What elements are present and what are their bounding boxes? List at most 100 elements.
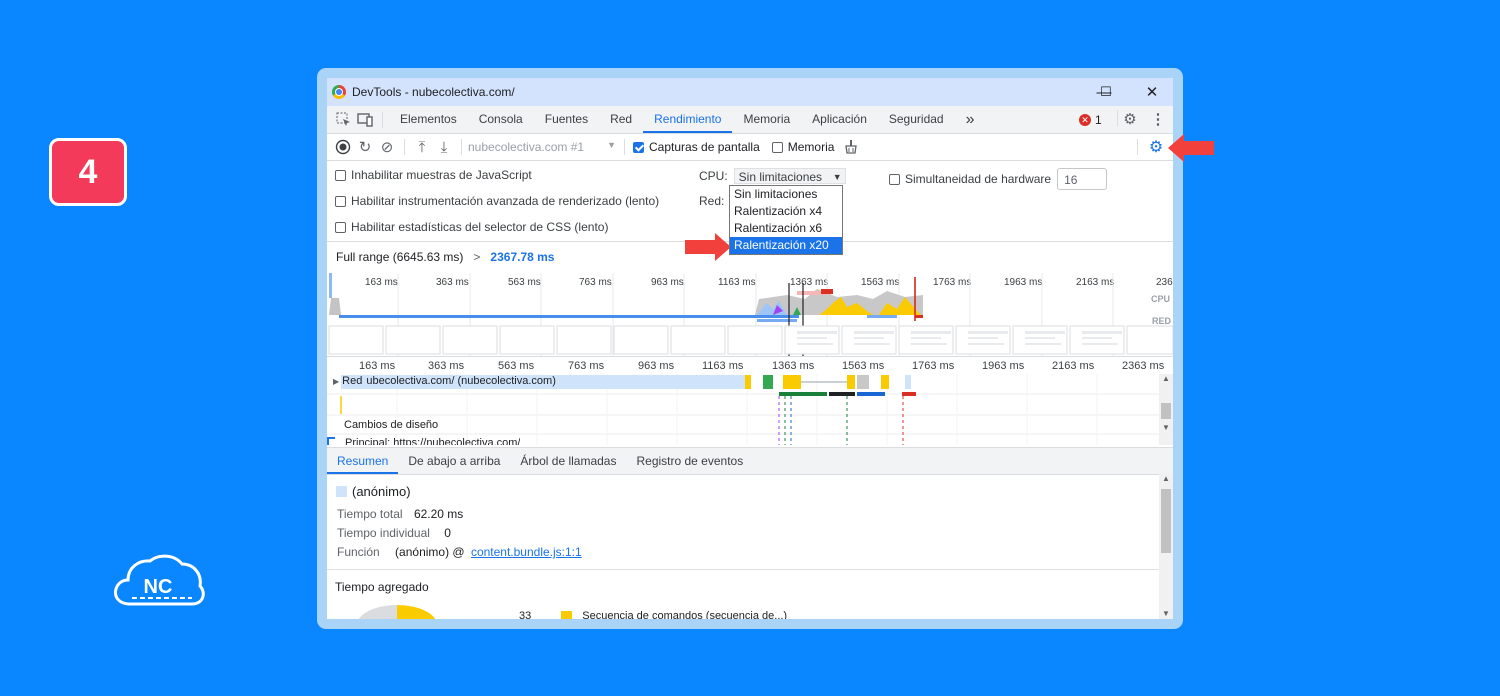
screenshots-checkbox[interactable]: Capturas de pantalla	[633, 140, 760, 154]
function-source-link[interactable]: content.bundle.js:1:1	[471, 545, 582, 559]
title-bar: DevTools - nubecolectiva.com/ — ☐ ✕	[327, 78, 1173, 106]
self-time-value: 0	[444, 526, 451, 540]
main-tick: 1163 ms	[702, 360, 744, 372]
main-tick: 2163 ms	[1052, 360, 1095, 372]
aggregated-legend-row: 33 Secuencia de comandos (secuencia de..…	[519, 610, 787, 619]
self-time-row: Tiempo individual 0	[337, 526, 451, 540]
summary-scrollbar[interactable]: ▲ ▼	[1159, 474, 1173, 619]
scroll-down-icon[interactable]: ▼	[1159, 423, 1173, 432]
tab-memoria[interactable]: Memoria	[732, 106, 801, 133]
main-tick: 763 ms	[568, 360, 605, 372]
more-tabs-button[interactable]: »	[955, 106, 986, 133]
close-button[interactable]: ✕	[1129, 78, 1173, 106]
total-time-value: 62.20 ms	[413, 507, 464, 521]
main-tick: 1763 ms	[912, 360, 955, 372]
summary-scroll-up-icon[interactable]: ▲	[1159, 474, 1173, 483]
aggregated-pie-chart	[357, 605, 437, 619]
cpu-option-x4[interactable]: Ralentización x4	[730, 203, 842, 220]
more-options-icon[interactable]: ⋮	[1147, 108, 1169, 130]
tab-red[interactable]: Red	[599, 106, 643, 133]
tab-elementos[interactable]: Elementos	[389, 106, 468, 133]
track-expand-icon[interactable]: ▶	[333, 377, 339, 386]
tab-call-tree[interactable]: Árbol de llamadas	[510, 448, 626, 474]
device-toolbar-icon[interactable]	[354, 109, 376, 131]
tab-bottom-up[interactable]: De abajo a arriba	[398, 448, 510, 474]
error-count: 1	[1095, 113, 1102, 127]
track-layout-shifts[interactable]: Cambios de diseño	[344, 419, 438, 431]
record-icon[interactable]	[332, 136, 354, 158]
cpu-option-x6[interactable]: Ralentización x6	[730, 220, 842, 237]
tab-rendimiento[interactable]: Rendimiento	[643, 106, 733, 133]
hardware-concurrency-checkbox[interactable]	[889, 173, 900, 185]
css-selector-stats-row[interactable]: Habilitar estadísticas del selector de C…	[335, 220, 608, 234]
track-network[interactable]: ▶ Red ubecolectiva.com/ (nubecolectiva.c…	[333, 375, 556, 387]
hardware-concurrency-input[interactable]: 16	[1057, 168, 1108, 190]
error-counter[interactable]: ✕ 1	[1079, 113, 1102, 127]
cpu-label: CPU:	[699, 169, 728, 183]
memory-checkbox-box[interactable]	[771, 141, 783, 153]
tab-fuentes[interactable]: Fuentes	[534, 106, 599, 133]
cpu-throttling-dropdown: Sin limitaciones Ralentización x4 Ralent…	[729, 185, 843, 255]
cpu-select-arrow-icon: ▼	[832, 172, 842, 182]
function-value: (anónimo) @	[395, 545, 465, 559]
overview-net-label: RED	[1152, 316, 1172, 326]
error-icon: ✕	[1079, 114, 1091, 126]
reload-record-icon[interactable]: ↻	[354, 136, 376, 158]
devtools-window: DevTools - nubecolectiva.com/ — ☐ ✕ Elem…	[327, 78, 1173, 619]
tab-summary[interactable]: Resumen	[327, 448, 399, 474]
garbage-collect-icon[interactable]	[840, 136, 862, 158]
devtools-tab-bar: Elementos Consola Fuentes Red Rendimient…	[327, 106, 1173, 134]
scroll-up-icon[interactable]: ▲	[1159, 374, 1173, 383]
performance-toolbar: ↻ ⊘ ⤒ ⤓ nubecolectiva.com #1 ▼ Capturas …	[327, 134, 1173, 161]
advanced-paint-checkbox[interactable]	[335, 195, 346, 207]
network-request-item[interactable]: ubecolectiva.com/ (nubecolectiva.com)	[366, 375, 556, 387]
upload-profile-icon[interactable]: ⤒	[411, 136, 433, 158]
network-label: Red:	[699, 194, 725, 208]
aggregated-time-heading: Tiempo agregado	[335, 580, 429, 594]
summary-scroll-down-icon[interactable]: ▼	[1159, 609, 1173, 618]
recording-select[interactable]: nubecolectiva.com #1 ▼	[468, 140, 618, 154]
download-profile-icon[interactable]: ⤓	[433, 136, 455, 158]
memory-checkbox[interactable]: Memoria	[771, 140, 835, 154]
breadcrumb-separator: >	[473, 249, 481, 264]
disable-js-samples-label: Inhabilitar muestras de JavaScript	[351, 168, 532, 182]
maximize-button[interactable]: ☐	[1083, 78, 1129, 106]
arrow-to-settings-icon	[1168, 134, 1214, 162]
flame-chart-area[interactable]: 163 ms 363 ms 563 ms 763 ms 963 ms 1163 …	[327, 356, 1173, 445]
tab-event-log[interactable]: Registro de eventos	[626, 448, 753, 474]
track-main[interactable]: Principal: https://nubecolectiva.com/	[327, 437, 520, 445]
disable-js-samples-row[interactable]: Inhabilitar muestras de JavaScript	[335, 168, 532, 182]
function-row: Función (anónimo) @ content.bundle.js:1:…	[337, 545, 582, 559]
screenshots-checkbox-box[interactable]	[633, 141, 644, 153]
main-tick: 1363 ms	[772, 360, 815, 372]
tab-aplicacion[interactable]: Aplicación	[801, 106, 878, 133]
clear-icon[interactable]: ⊘	[376, 136, 398, 158]
inspect-element-icon[interactable]	[332, 109, 354, 131]
cpu-throttling-select[interactable]: Sin limitaciones ▼	[733, 168, 846, 184]
main-tick: 363 ms	[428, 360, 465, 372]
nc-cloud-logo: NC	[114, 554, 205, 606]
selected-range-crumb[interactable]: 2367.78 ms	[490, 250, 554, 264]
hardware-concurrency-label: Simultaneidad de hardware	[905, 172, 1052, 186]
function-label: Función	[337, 545, 380, 559]
summary-divider	[327, 569, 1159, 570]
screenshots-label: Capturas de pantalla	[649, 140, 760, 154]
devtools-settings-icon[interactable]: ⚙	[1119, 108, 1141, 130]
cpu-option-x20[interactable]: Ralentización x20	[730, 237, 842, 254]
cpu-option-none[interactable]: Sin limitaciones	[730, 186, 842, 203]
timeline-overview[interactable]	[327, 273, 1173, 357]
step-badge: 4	[49, 138, 127, 206]
main-tick: 563 ms	[498, 360, 535, 372]
summary-scroll-thumb[interactable]	[1161, 489, 1171, 553]
flame-scrollbar[interactable]: ▲ ▼	[1159, 374, 1173, 445]
memory-label: Memoria	[787, 140, 835, 154]
scroll-thumb[interactable]	[1161, 403, 1171, 419]
css-selector-stats-checkbox[interactable]	[335, 221, 346, 233]
advanced-paint-row[interactable]: Habilitar instrumentación avanzada de re…	[335, 194, 659, 208]
full-range-crumb[interactable]: Full range (6645.63 ms)	[336, 250, 463, 264]
tab-consola[interactable]: Consola	[468, 106, 534, 133]
capture-settings-icon[interactable]: ⚙	[1145, 136, 1167, 158]
tab-seguridad[interactable]: Seguridad	[878, 106, 955, 133]
disable-js-samples-checkbox[interactable]	[335, 169, 346, 181]
main-ruler: 163 ms 363 ms 563 ms 763 ms 963 ms 1163 …	[327, 360, 1173, 374]
